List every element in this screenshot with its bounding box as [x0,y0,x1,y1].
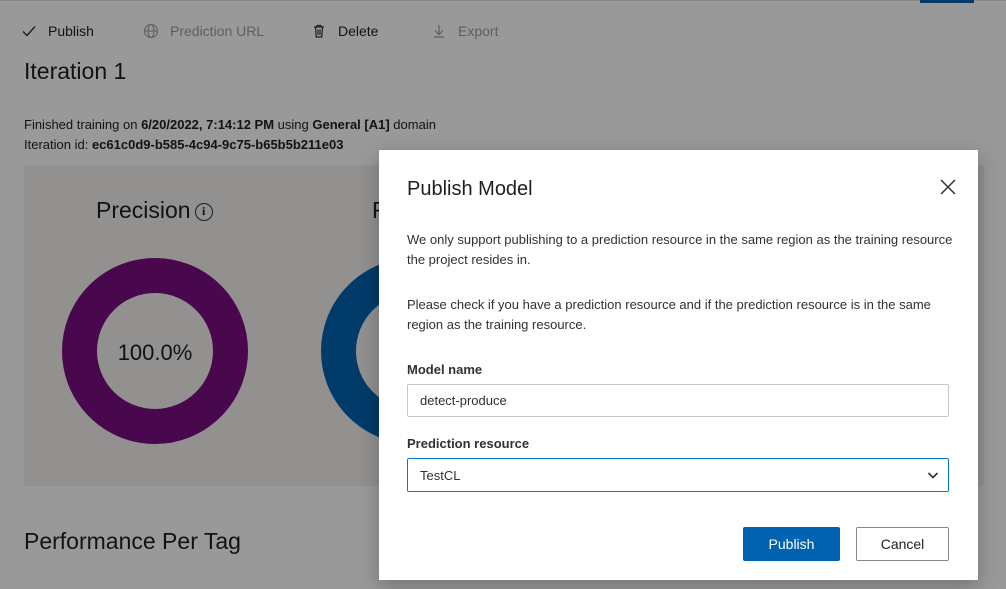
chevron-down-icon [926,468,940,482]
dialog-description-check: Please check if you have a prediction re… [407,297,931,332]
model-name-input[interactable] [407,384,949,417]
publish-model-dialog: Publish Model We only support publishing… [379,150,978,580]
dialog-description-region: We only support publishing to a predicti… [407,232,953,267]
prediction-resource-dropdown[interactable]: TestCL [407,458,949,492]
cancel-button[interactable]: Cancel [856,527,949,561]
publish-button[interactable]: Publish [743,527,840,561]
model-name-label: Model name [407,362,483,377]
prediction-resource-value: TestCL [420,467,461,483]
prediction-resource-label: Prediction resource [407,436,530,451]
close-icon[interactable] [937,176,959,198]
dialog-title: Publish Model [407,178,533,200]
